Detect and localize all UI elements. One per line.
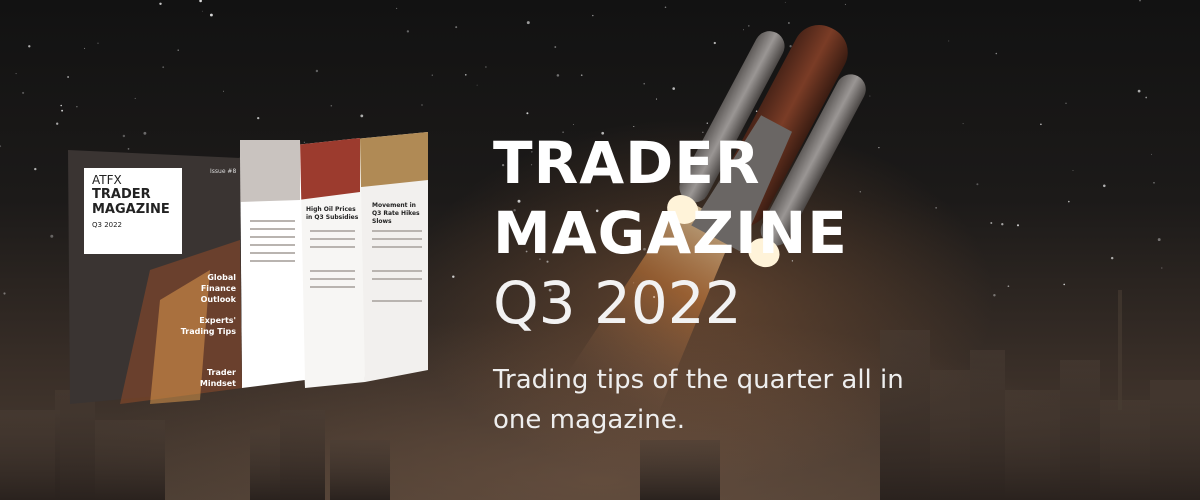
star (209, 13, 213, 17)
star (526, 112, 529, 115)
star (162, 66, 165, 69)
magazine-page-1 (240, 140, 305, 388)
page-headline-2: Movement in Q3 Rate Hikes Slows (372, 202, 420, 225)
banner-subtitle: Q3 2022 (493, 269, 742, 337)
page-headline-1: High Oil Prices in Q3 Subsidies (306, 206, 359, 221)
magazine-name-line2: MAGAZINE (92, 202, 170, 217)
star (1150, 153, 1152, 155)
star (948, 40, 950, 42)
star (406, 30, 410, 33)
star (60, 104, 62, 107)
promo-banner: ATFX TRADER MAGAZINE Q3 2022 Issue #8 Gl… (0, 0, 1200, 500)
star (995, 52, 998, 55)
star (455, 26, 458, 29)
star (28, 45, 31, 48)
star (61, 109, 64, 112)
star (76, 106, 78, 108)
star (1157, 238, 1161, 242)
magazine-page-2 (295, 138, 365, 388)
cover-item-1: Global Finance Outlook (200, 273, 236, 304)
star (556, 74, 560, 77)
magazine-name-line1: TRADER (92, 187, 151, 202)
star (223, 90, 225, 92)
star (1040, 123, 1042, 126)
star (315, 69, 319, 73)
star (431, 74, 433, 76)
star (465, 74, 467, 76)
star (396, 7, 398, 9)
star (84, 47, 86, 49)
star (257, 116, 260, 120)
star (0, 145, 2, 148)
star (554, 46, 557, 48)
star (962, 123, 964, 125)
star (485, 66, 487, 68)
star (97, 42, 99, 44)
banner-title: TRADER MAGAZINE (493, 129, 848, 267)
star (330, 105, 333, 107)
cover-item-2: Experts' Trading Tips (180, 316, 236, 336)
star (421, 104, 423, 106)
star (1161, 267, 1163, 269)
star (1065, 102, 1067, 104)
star (134, 97, 136, 99)
magazine-mockup: ATFX TRADER MAGAZINE Q3 2022 Issue #8 Gl… (60, 120, 440, 410)
star (1153, 182, 1155, 184)
star (476, 84, 478, 86)
star (22, 91, 25, 94)
star (34, 167, 37, 171)
star (360, 114, 364, 118)
headline-block: TRADER MAGAZINE Q3 2022 Trading tips of … (493, 128, 1133, 440)
cover-item-3: Trader Mindset (199, 368, 236, 388)
star (159, 2, 162, 6)
star (1145, 96, 1148, 99)
magazine-brand: ATFX (92, 173, 122, 187)
star (1137, 89, 1141, 93)
star (201, 10, 203, 12)
star (56, 122, 59, 125)
star (50, 234, 54, 238)
star (177, 49, 179, 51)
banner-tagline: Trading tips of the quarter all in one m… (493, 365, 904, 435)
star (199, 0, 202, 3)
star (526, 21, 530, 25)
star (452, 275, 455, 278)
magazine-issue-number: Issue #8 (210, 168, 237, 175)
star (1139, 0, 1141, 2)
star (15, 73, 17, 75)
magazine-issue: Q3 2022 (92, 221, 123, 229)
star (67, 76, 70, 78)
